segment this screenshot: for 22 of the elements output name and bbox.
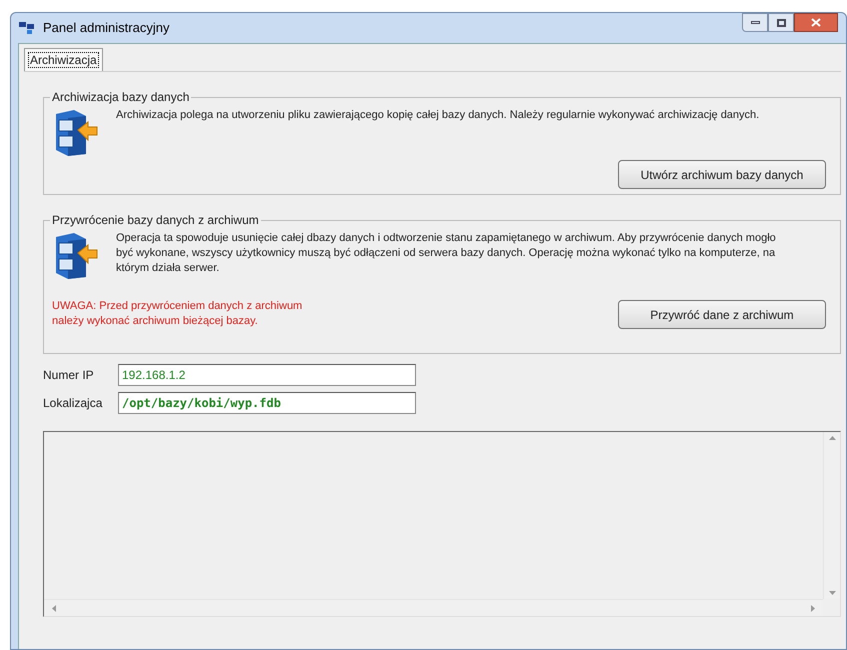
description-text: Archiwizacja polega na utworzeniu pliku zawierającego kopię całej bazy danych. Należy regularnie wykonywać archiwizację danych. [116,108,760,123]
app-icon [19,22,35,34]
field-label: Lokalizajca [43,395,104,412]
action-button[interactable]: Przywróć dane z archiwum [618,300,826,329]
close-button[interactable] [794,13,838,32]
scroll-up-icon[interactable] [828,436,836,440]
scroll-right-icon[interactable] [811,604,815,612]
action-button[interactable]: Utwórz archiwum bazy danych [618,160,826,189]
input-field[interactable]: 192.168.1.2 [118,364,416,386]
close-icon [811,18,821,27]
minimize-button[interactable] [742,13,768,32]
scroll-down-icon[interactable] [828,591,836,595]
window-title: Panel administracyjny [43,19,170,38]
group-title: Przywrócenie bazy danych z archiwum [51,212,260,229]
description-text: Operacja ta spowoduje usunięcie całej dbazy danych i odtworzenie stanu zapamiętanego w archiwum. Aby przywrócenie danych mogło być wykonane, wszyscy użytkownicy muszą być odłączeni od serwera bazy danych. Operację można wykonać tylko na komputerze, na którym działa serwer. [116,231,776,276]
field-label: Numer IP [43,367,95,384]
maximize-button[interactable] [768,13,794,32]
scroll-left-icon[interactable] [52,604,56,612]
input-field[interactable]: /opt/bazy/kobi/wyp.fdb [118,392,416,414]
tab[interactable]: Archiwizacja [24,48,103,71]
group-title: Archiwizacja bazy danych [51,89,190,106]
warning-text: UWAGA: Przed przywróceniem danych z archiwum należy wykonać archiwum bieżącej bazay. [52,299,304,329]
